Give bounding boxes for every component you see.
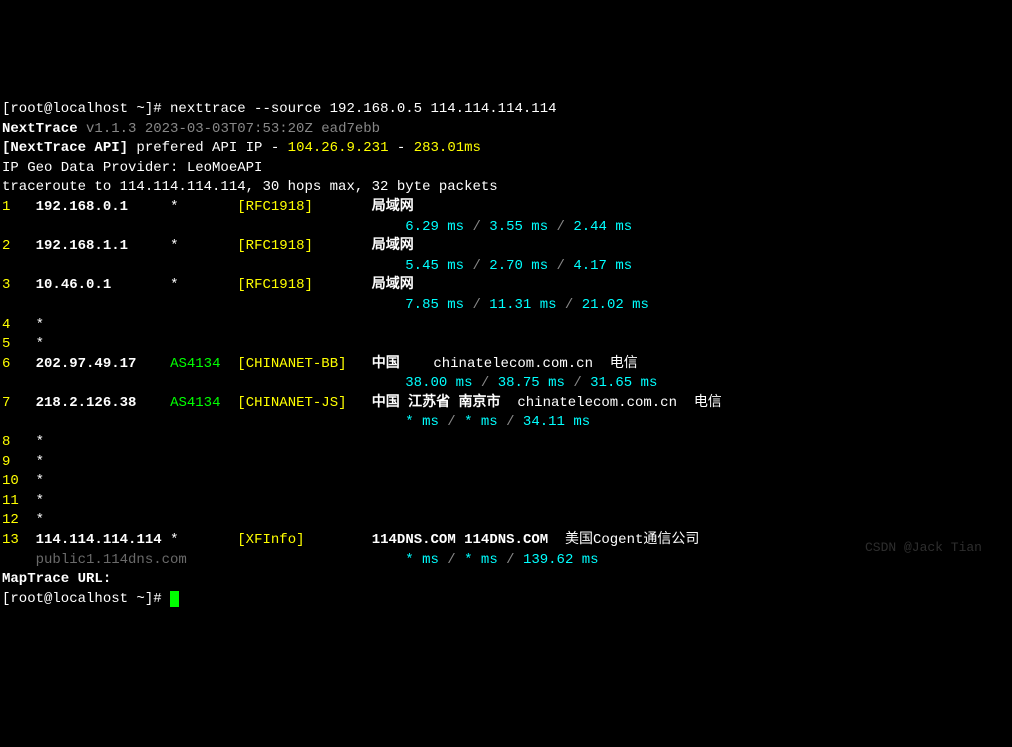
hop-isp: 电信 bbox=[610, 356, 638, 372]
hop-t1: 6.29 ms bbox=[405, 219, 464, 235]
hop-geo: 中国 bbox=[372, 356, 400, 372]
hop-num: 8 bbox=[2, 434, 10, 450]
api-latency: 283.01ms bbox=[414, 140, 481, 156]
hop-t3: 4.17 ms bbox=[573, 258, 632, 274]
hop-num: 10 bbox=[2, 473, 19, 489]
hop-ip: 218.2.126.38 bbox=[36, 395, 137, 411]
hop-t1: * ms bbox=[405, 552, 439, 568]
hop-num: 3 bbox=[2, 277, 10, 293]
hop-num: 7 bbox=[2, 395, 10, 411]
hop-lan: 局域网 bbox=[372, 277, 414, 293]
hop-num: 12 bbox=[2, 512, 19, 528]
shell-prompt[interactable]: [root@localhost ~]# bbox=[2, 591, 170, 607]
api-prefix: [NextTrace API] bbox=[2, 140, 128, 156]
hop-isp: 美国Cogent通信公司 bbox=[565, 532, 699, 548]
trace-header: traceroute to 114.114.114.114, 30 hops m… bbox=[2, 179, 498, 195]
hop-isp: 电信 bbox=[694, 395, 722, 411]
hop-as: * bbox=[170, 277, 178, 293]
hop-num: 11 bbox=[2, 493, 19, 509]
hop-as: * bbox=[170, 199, 178, 215]
banner-version: v1.1.3 2023-03-03T07:53:20Z ead7ebb bbox=[78, 121, 380, 137]
shell-prompt: [root@localhost ~]# bbox=[2, 101, 170, 117]
hop-t3: 21.02 ms bbox=[582, 297, 649, 313]
cursor-icon[interactable] bbox=[170, 591, 179, 607]
hop-t3: 31.65 ms bbox=[590, 375, 657, 391]
hop-tag: [RFC1918] bbox=[237, 277, 313, 293]
hop-tag: [CHINANET-BB] bbox=[237, 356, 346, 372]
hop-num: 6 bbox=[2, 356, 10, 372]
hop-t2: 11.31 ms bbox=[489, 297, 556, 313]
hop-ip: 202.97.49.17 bbox=[36, 356, 137, 372]
api-text: prefered API IP - bbox=[128, 140, 288, 156]
hop-t2: 3.55 ms bbox=[489, 219, 548, 235]
hop-num: 5 bbox=[2, 336, 10, 352]
hop-t1: 7.85 ms bbox=[405, 297, 464, 313]
hop-t2: * ms bbox=[464, 414, 498, 430]
hop-tag: [RFC1918] bbox=[237, 238, 313, 254]
hop-ip: 192.168.0.1 bbox=[36, 199, 128, 215]
hop-geo: 114DNS.COM 114DNS.COM bbox=[372, 532, 548, 548]
api-ip: 104.26.9.231 bbox=[288, 140, 389, 156]
hop-t2: 38.75 ms bbox=[498, 375, 565, 391]
hop-tag: [RFC1918] bbox=[237, 199, 313, 215]
hop-domain: chinatelecom.com.cn bbox=[517, 395, 677, 411]
hop-t2: * ms bbox=[464, 552, 498, 568]
hop-ip: 10.46.0.1 bbox=[36, 277, 112, 293]
hop-as: * bbox=[170, 238, 178, 254]
hop-t1: * ms bbox=[405, 414, 439, 430]
hop-t1: 5.45 ms bbox=[405, 258, 464, 274]
terminal-output: [root@localhost ~]# nexttrace --source 1… bbox=[2, 80, 1010, 609]
hop-lan: 局域网 bbox=[372, 238, 414, 254]
hop-num: 2 bbox=[2, 238, 10, 254]
hop-t1: 38.00 ms bbox=[405, 375, 472, 391]
hop-num: 4 bbox=[2, 317, 10, 333]
hop-domain: chinatelecom.com.cn bbox=[433, 356, 593, 372]
hop-t3: 2.44 ms bbox=[573, 219, 632, 235]
hop-rdns: public1.114dns.com bbox=[36, 552, 187, 568]
hop-lan: 局域网 bbox=[372, 199, 414, 215]
hop-num: 13 bbox=[2, 532, 19, 548]
hop-as: * bbox=[170, 532, 178, 548]
hop-t3: 34.11 ms bbox=[523, 414, 590, 430]
banner-name: NextTrace bbox=[2, 121, 78, 137]
hop-t3: 139.62 ms bbox=[523, 552, 599, 568]
hop-num: 9 bbox=[2, 454, 10, 470]
command-text: nexttrace --source 192.168.0.5 114.114.1… bbox=[170, 101, 556, 117]
hop-tag: [CHINANET-JS] bbox=[237, 395, 346, 411]
hop-ip: 192.168.1.1 bbox=[36, 238, 128, 254]
geo-line: IP Geo Data Provider: LeoMoeAPI bbox=[2, 160, 262, 176]
hop-tag: [XFInfo] bbox=[237, 532, 304, 548]
hop-num: 1 bbox=[2, 199, 10, 215]
hop-ip: 114.114.114.114 bbox=[36, 532, 162, 548]
hop-geo: 中国 江苏省 南京市 bbox=[372, 395, 501, 411]
hop-t2: 2.70 ms bbox=[489, 258, 548, 274]
maptrace-label: MapTrace URL: bbox=[2, 571, 111, 587]
hop-as: AS4134 bbox=[170, 395, 220, 411]
hop-as: AS4134 bbox=[170, 356, 220, 372]
